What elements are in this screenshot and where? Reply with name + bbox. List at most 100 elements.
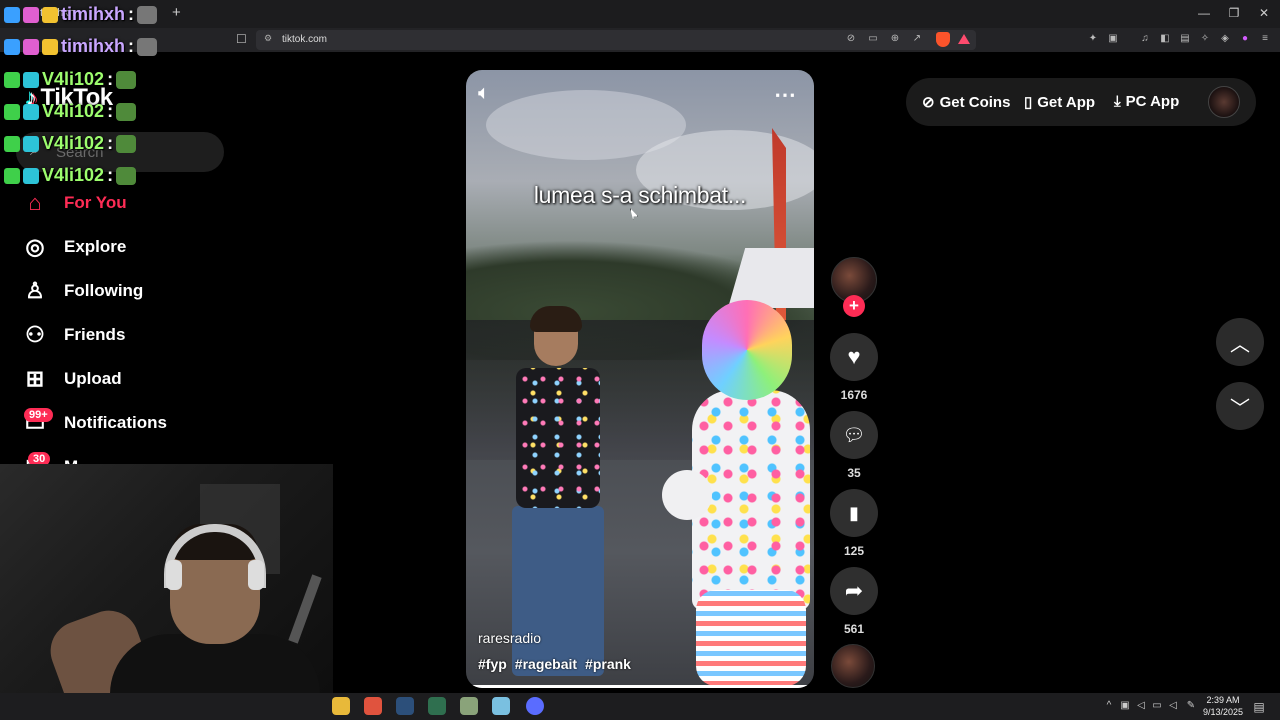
home-icon: ⌂	[28, 190, 42, 215]
leo-icon[interactable]: ✧	[1198, 33, 1212, 44]
like-button[interactable]: ♥	[830, 333, 878, 381]
video-hashtags: #fyp #ragebait #prank	[478, 656, 631, 672]
chat-badge-icon	[23, 167, 39, 184]
chat-username: timihxh	[61, 36, 126, 56]
pc-app-button[interactable]: ⤓ PC App	[1114, 93, 1179, 110]
video-author[interactable]: raresradio	[478, 630, 541, 646]
windows-taskbar	[0, 693, 1280, 720]
tray-chevron-icon[interactable]: ^	[1102, 700, 1116, 711]
chat-username: V4li102	[42, 69, 105, 89]
crown-badge-icon	[42, 38, 58, 55]
share-count: 561	[843, 622, 865, 636]
extensions-icon[interactable]: ✦	[1086, 33, 1100, 44]
notification-center-icon[interactable]: ▤	[1252, 700, 1266, 714]
hashtag-link[interactable]: #fyp	[478, 656, 507, 672]
pepe-emote-icon	[116, 70, 137, 89]
profile-icon[interactable]: ●	[1238, 33, 1252, 44]
bookmark-icon: ▮	[849, 502, 859, 523]
steam-icon[interactable]	[396, 697, 414, 715]
previous-video-button[interactable]: ︿	[1216, 318, 1264, 366]
new-tab-button[interactable]: +	[172, 4, 181, 21]
close-button[interactable]: ✕	[1254, 6, 1274, 20]
chat-separator: :	[107, 101, 114, 121]
chat-message: V4li102 :	[4, 69, 137, 90]
sidebar-item-label: Explore	[64, 237, 127, 256]
headset-earcup	[166, 560, 182, 590]
volume-icon[interactable]: 🔈︎	[478, 82, 490, 105]
next-video-button[interactable]: ﹀	[1216, 382, 1264, 430]
network-icon[interactable]: ▭	[1150, 700, 1164, 711]
hashtag-link[interactable]: #prank	[585, 656, 631, 672]
sidebar-item-for-you[interactable]: ⌂ For You	[22, 190, 126, 216]
site-info-icon[interactable]: ⚙	[264, 33, 272, 44]
compass-icon: ◎	[25, 234, 45, 259]
heart-icon: ♥	[847, 344, 861, 369]
url-text: tiktok.com	[282, 34, 328, 45]
restore-button[interactable]: ❐	[1224, 6, 1244, 20]
brave-shield-icon[interactable]	[936, 32, 950, 47]
mouse-cursor-icon	[630, 208, 638, 220]
chat-badge-icon	[23, 103, 39, 120]
chat-badge-icon	[23, 6, 39, 23]
notes-app-icon[interactable]	[492, 697, 510, 715]
get-app-label: Get App	[1037, 93, 1096, 111]
taskbar-clock[interactable]: 2:39 AM 9/13/2025	[1200, 694, 1246, 718]
tray-app-icon[interactable]: ▣	[1118, 700, 1132, 711]
video-person-jeans	[512, 506, 604, 676]
download-icon: ⤓	[1114, 93, 1121, 110]
menu-icon[interactable]: ≡	[1258, 33, 1272, 44]
brave-browser-icon[interactable]	[364, 697, 382, 715]
more-options-icon[interactable]: ⋯	[774, 82, 797, 108]
minimize-button[interactable]: —	[1194, 6, 1214, 20]
discord-icon[interactable]	[526, 697, 544, 715]
xbox-icon[interactable]	[428, 697, 446, 715]
file-explorer-icon[interactable]	[332, 697, 350, 715]
sidebar-item-label: Upload	[64, 369, 122, 388]
video-player[interactable]: lumea s-a schimbat... 🔈︎ ⋯ raresradio #f…	[466, 70, 814, 688]
media-icon[interactable]: ♫	[1138, 33, 1152, 44]
chat-message: V4li102 :	[4, 133, 137, 154]
follow-plus-icon[interactable]: +	[843, 295, 865, 317]
speaker-icon[interactable]: ◁	[1166, 700, 1180, 711]
chevron-up-icon: ︿	[1230, 333, 1250, 356]
sidebar-item-explore[interactable]: ◎ Explore	[22, 234, 126, 260]
sidebar-toggle-icon[interactable]: ◧	[1158, 33, 1172, 44]
pepe-emote-icon	[116, 102, 137, 121]
tab-search-icon[interactable]: ▣	[1106, 33, 1120, 44]
zoom-icon[interactable]: ⊕	[888, 33, 902, 44]
sidebar-item-upload[interactable]: ⊞ Upload	[22, 366, 122, 392]
reader-icon[interactable]: ⊘	[844, 33, 858, 44]
chat-badge-icon	[4, 103, 20, 120]
chat-badge-icon	[23, 38, 39, 55]
cast-icon[interactable]: ▭	[866, 33, 880, 44]
chat-message: timihxh :	[4, 4, 158, 25]
bookmark-icon[interactable]: ☐	[236, 32, 247, 46]
get-coins-button[interactable]: ⊘ Get Coins	[922, 93, 1010, 112]
pepe-emote-icon	[116, 166, 137, 185]
pen-icon[interactable]: ✎	[1184, 700, 1198, 711]
volume-tray-icon[interactable]: ◁	[1134, 700, 1148, 711]
vpn-icon[interactable]: ◈	[1218, 33, 1232, 44]
video-fursuit-paw	[662, 470, 712, 520]
profile-avatar[interactable]	[1208, 86, 1240, 118]
sidebar-item-friends[interactable]: ⚇ Friends	[22, 322, 125, 348]
chat-emote-icon	[137, 37, 158, 56]
save-button[interactable]: ▮	[830, 489, 878, 537]
clock-date: 9/13/2025	[1202, 707, 1244, 717]
browser-tab-bar	[0, 0, 1280, 28]
music-disc-avatar[interactable]	[831, 644, 875, 688]
chat-message: V4li102 :	[4, 165, 137, 186]
comment-button[interactable]: 💬︎	[830, 411, 878, 459]
hashtag-link[interactable]: #ragebait	[515, 656, 577, 672]
sidebar-item-following[interactable]: ♙ Following	[22, 278, 143, 304]
wallet-icon[interactable]: ▤	[1178, 33, 1192, 44]
video-progress-bar[interactable]	[466, 685, 814, 688]
brave-rewards-icon[interactable]	[958, 34, 970, 44]
chat-emote-icon	[137, 5, 158, 24]
share-button[interactable]: ➦	[830, 567, 878, 615]
get-app-button[interactable]: ▯ Get App	[1024, 93, 1096, 112]
sidebar-item-label: Notifications	[64, 413, 167, 432]
comment-icon: 💬︎	[842, 424, 866, 445]
app-icon[interactable]	[460, 697, 478, 715]
share-icon[interactable]: ↗	[910, 33, 924, 44]
